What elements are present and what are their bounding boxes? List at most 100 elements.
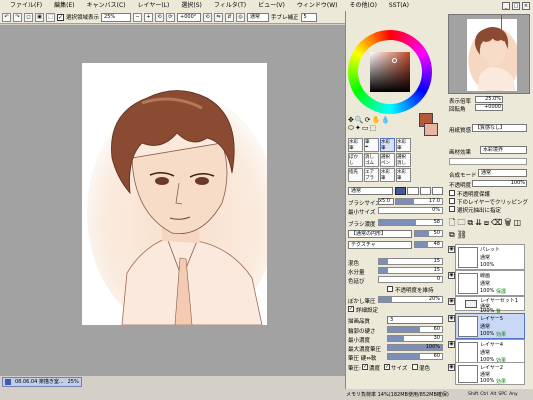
- brush-tool[interactable]: 水彩筆✒: [396, 138, 411, 152]
- brush-tool[interactable]: ぼかし◌: [348, 153, 363, 167]
- menu-file[interactable]: ファイル(F): [4, 0, 48, 11]
- brush-tool[interactable]: 水彩筆: [396, 168, 411, 182]
- brush-tool[interactable]: 水彩筆: [380, 168, 395, 182]
- merge-icon[interactable]: ⧈: [484, 218, 491, 227]
- zoom-out-icon[interactable]: −: [133, 12, 143, 22]
- min-density-slider[interactable]: 30: [387, 335, 443, 342]
- edge-hardness-slider[interactable]: 60: [387, 326, 443, 333]
- menu-select[interactable]: 選択(S): [175, 0, 208, 11]
- min-size-slider[interactable]: 0%: [378, 207, 443, 214]
- blend-slider[interactable]: 15: [378, 258, 443, 265]
- visibility-eye-icon[interactable]: ◉: [448, 341, 455, 348]
- density-slider[interactable]: 58: [378, 219, 443, 226]
- rotation-select[interactable]: +000°: [177, 12, 202, 22]
- zoom-in-icon[interactable]: +: [144, 12, 154, 22]
- flip-icon[interactable]: ⇋: [214, 12, 224, 22]
- selection-display-icon[interactable]: ⬚: [46, 12, 55, 22]
- rotate-left-icon[interactable]: ⟲: [155, 12, 165, 22]
- canvas-artwork[interactable]: [82, 63, 267, 325]
- document-tab[interactable]: 08.06.04 楽描き室... 25%: [2, 377, 82, 387]
- menu-view[interactable]: ビュー(V): [252, 0, 291, 11]
- brush-tool[interactable]: エアブラシ: [364, 168, 379, 182]
- stabilizer-select[interactable]: 5: [300, 12, 317, 22]
- menu-layer[interactable]: レイヤー(L): [132, 0, 176, 11]
- menu-other[interactable]: その他(O): [344, 0, 383, 11]
- magic-wand-icon[interactable]: ✦: [355, 124, 362, 132]
- new-set-icon[interactable]: 🗀: [457, 218, 467, 227]
- deselect-icon[interactable]: ◻: [24, 12, 33, 22]
- close-icon[interactable]: ×: [522, 1, 530, 10]
- visibility-eye-icon[interactable]: ◉: [448, 246, 455, 253]
- transform-icon[interactable]: ⬚: [369, 124, 377, 132]
- menu-canvas[interactable]: キャンバス(C): [81, 0, 132, 11]
- menu-window[interactable]: ウィンドウ(W): [291, 0, 344, 11]
- blend-mode-select[interactable]: 通常: [478, 169, 527, 177]
- detail-settings-checkbox[interactable]: ✓: [348, 306, 354, 312]
- brush-tool[interactable]: 選択ペン✎: [380, 153, 395, 167]
- clipping-checkbox[interactable]: [449, 198, 455, 204]
- rotate-reset-icon[interactable]: ⟲: [203, 12, 213, 22]
- water-slider[interactable]: 15: [378, 267, 443, 274]
- mask-icon[interactable]: ◫: [513, 218, 523, 227]
- redo-icon[interactable]: ↷: [13, 12, 22, 22]
- clear-layer-icon[interactable]: ⌫: [491, 218, 504, 227]
- lasso-icon[interactable]: ⬭: [348, 124, 355, 132]
- copy-layer-icon[interactable]: ⧉: [467, 218, 475, 227]
- invert-selection-icon[interactable]: ▣: [35, 12, 44, 22]
- keep-opacity-checkbox[interactable]: [387, 286, 393, 292]
- shape-round-icon[interactable]: [407, 187, 419, 195]
- hard-soft-slider[interactable]: 60: [387, 353, 443, 360]
- shape-hard-icon[interactable]: [431, 187, 443, 195]
- pressure-mix-checkbox[interactable]: [412, 364, 418, 370]
- rotate-right-icon[interactable]: ⟳: [166, 12, 176, 22]
- layer-item-palette[interactable]: パレット 通常 100%: [455, 244, 525, 270]
- layer-item-lineart[interactable]: 線画 通常 100% 保護: [455, 270, 525, 296]
- menu-edit[interactable]: 編集(E): [48, 0, 80, 11]
- texture-strength-slider[interactable]: 48: [414, 241, 443, 248]
- view-reset-icon[interactable]: ◎: [236, 12, 246, 22]
- visibility-eye-icon[interactable]: ◉: [448, 315, 455, 322]
- brush-tool[interactable]: 指先: [348, 168, 363, 182]
- eyedropper-icon[interactable]: 💧: [381, 116, 391, 124]
- visibility-eye-icon[interactable]: ◉: [448, 364, 455, 371]
- brush-tool[interactable]: 選択消し✎: [396, 153, 411, 167]
- minimize-icon[interactable]: _: [502, 1, 510, 10]
- material-effect-value[interactable]: [449, 158, 527, 165]
- pressure-density-checkbox[interactable]: ✓: [362, 364, 368, 370]
- maximize-icon[interactable]: □: [512, 1, 520, 10]
- undo-icon[interactable]: ↶: [2, 12, 11, 22]
- brush-size-slider[interactable]: 17.0: [395, 198, 443, 205]
- brush-tool[interactable]: 筆 ✒: [364, 138, 379, 152]
- opacity-slider[interactable]: 100%: [472, 180, 527, 187]
- shape-soft-icon[interactable]: [419, 187, 431, 195]
- copy-paste-icon[interactable]: ⧉: [449, 230, 457, 239]
- protect-opacity-checkbox[interactable]: [449, 190, 455, 196]
- paper-texture-select[interactable]: 【質感なし】: [472, 124, 527, 132]
- material-effect-select[interactable]: 水彩境界: [480, 146, 527, 154]
- brush-tool[interactable]: 消しゴム▭: [364, 153, 379, 167]
- brush-size-multiplier[interactable]: x5.0: [378, 198, 394, 205]
- pressure-size-checkbox[interactable]: ✓: [384, 364, 390, 370]
- link-icon[interactable]: ⛓: [457, 230, 469, 239]
- zoom-icon[interactable]: 🔍: [355, 116, 365, 124]
- color-picker-cursor[interactable]: [392, 58, 397, 63]
- zoom-select[interactable]: 25%: [101, 12, 132, 22]
- angle-field[interactable]: +0000: [475, 104, 503, 111]
- persistence-slider[interactable]: 0: [378, 276, 443, 283]
- layer-set-item[interactable]: レイヤーセット1 通常 100% 覧: [455, 296, 525, 315]
- menu-filter[interactable]: フィルタ(T): [208, 0, 252, 11]
- brush-tool[interactable]: 水彩筆✒: [380, 138, 395, 152]
- hand-icon[interactable]: ✋: [371, 116, 381, 124]
- tool-mode-select[interactable]: 通常: [348, 187, 393, 195]
- move-icon[interactable]: ✥: [348, 116, 355, 124]
- visibility-eye-icon[interactable]: ◉: [448, 298, 455, 305]
- menu-sst[interactable]: SST(A): [383, 0, 415, 11]
- quality-select[interactable]: 3: [387, 316, 443, 324]
- saturation-value-square[interactable]: [370, 52, 410, 92]
- sub-color-swatch[interactable]: [424, 123, 438, 136]
- brush-shape-select[interactable]: 【通常の円形】: [348, 230, 412, 238]
- blend-select[interactable]: 通常: [247, 12, 270, 22]
- max-pressure-slider[interactable]: 100%: [387, 344, 443, 351]
- navigator-thumbnail[interactable]: [448, 14, 530, 94]
- visibility-eye-icon[interactable]: ◉: [448, 272, 455, 279]
